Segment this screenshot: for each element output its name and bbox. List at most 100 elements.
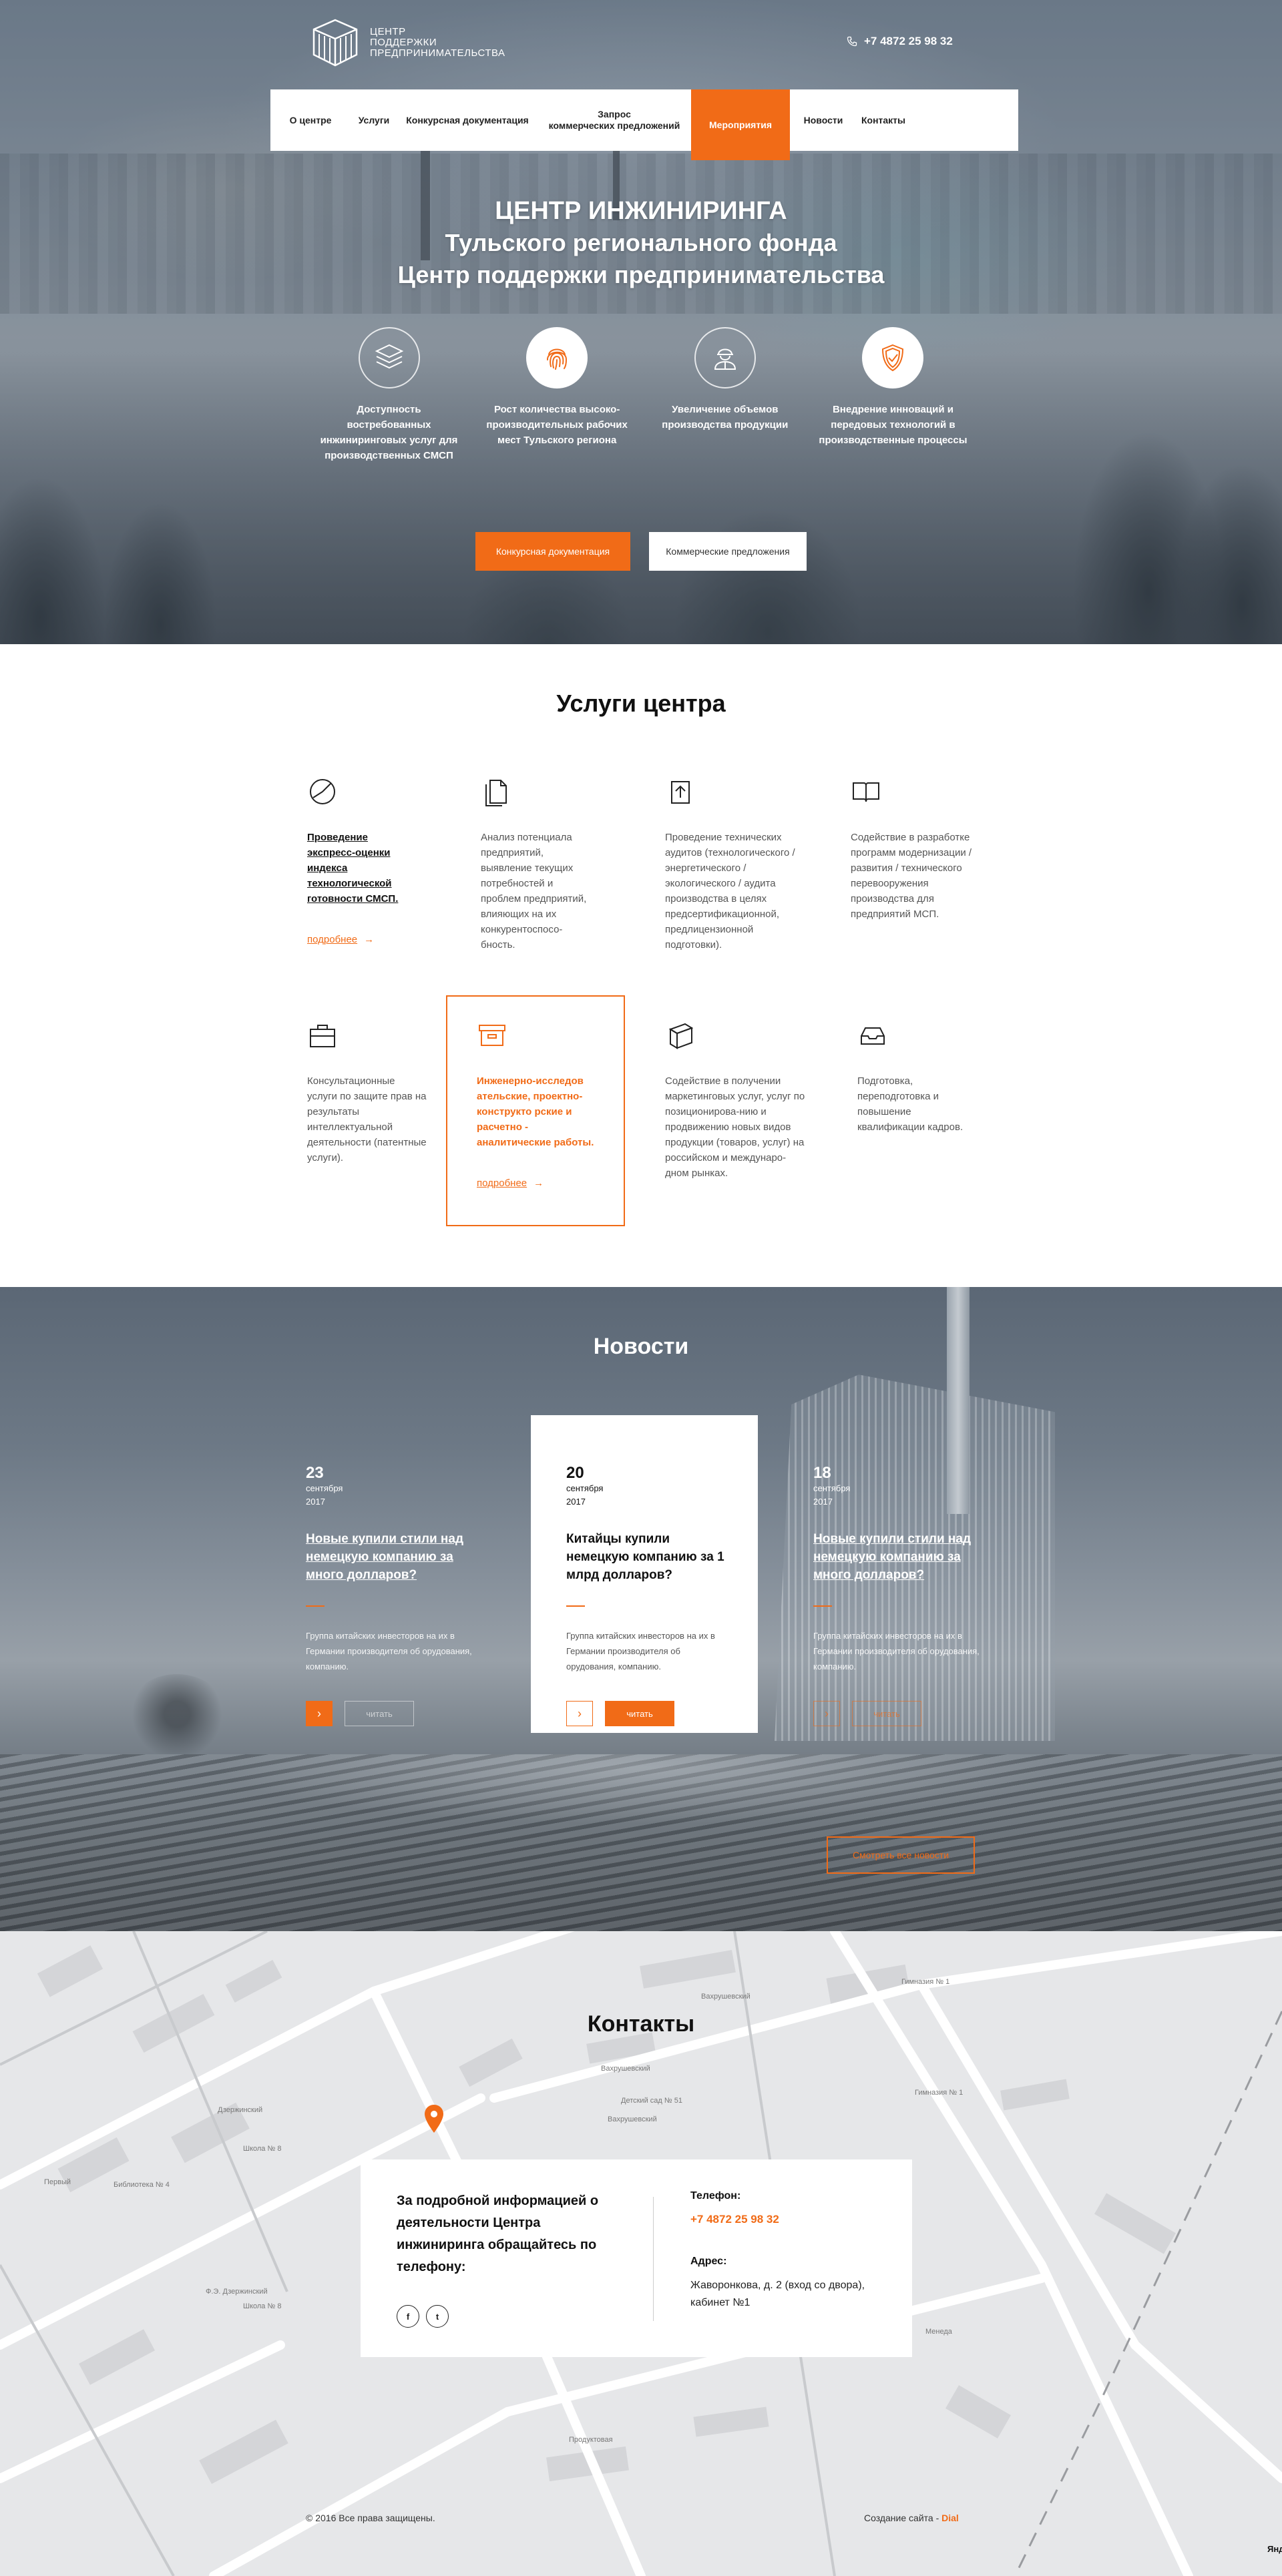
- contact-info-card: За подробной информацией о деятельности …: [361, 2159, 912, 2357]
- worker-icon: [714, 348, 736, 370]
- hero-title-line: Центр поддержки предпринимательства: [397, 261, 885, 288]
- tender-docs-button[interactable]: Конкурсная документация: [475, 532, 630, 571]
- service-icon-wrap: [307, 1020, 339, 1052]
- feature-icon-circle: [526, 327, 588, 389]
- service-card[interactable]: Подготовка, переподготовка и повышение к…: [857, 1020, 978, 1135]
- news-headline-link[interactable]: Новые купили стили над немецкую компанию…: [306, 1530, 486, 1584]
- nav-item-tender-docs[interactable]: Конкурсная документация: [397, 89, 538, 151]
- service-icon-wrap: [477, 1020, 509, 1052]
- all-news-button[interactable]: Смотреть все новости: [827, 1836, 975, 1874]
- made-by: Создание сайта - Dial: [864, 2513, 959, 2523]
- more-link-label: подробнее: [477, 1178, 527, 1189]
- hero-title-line: Тульского регионального фонда: [445, 229, 837, 256]
- chevron-right-icon: ›: [578, 1706, 582, 1720]
- nav-item-about[interactable]: О центре: [270, 89, 351, 151]
- layers-icon: [375, 344, 403, 369]
- phone-label: Телефон:: [690, 2190, 741, 2202]
- hero-title-line: ЦЕНТР ИНЖИНИРИНГА: [495, 197, 787, 225]
- box-icon: [668, 1023, 694, 1049]
- news-actions: › читать: [566, 1701, 746, 1726]
- news-card[interactable]: 20 сентября 2017 Китайцы купили немецкую…: [566, 1465, 746, 1726]
- pie-chart-icon: [310, 779, 335, 804]
- map-label: Дзержинский: [218, 2106, 263, 2114]
- logo-text: ЦЕНТР ПОДДЕРЖКИ ПРЕДПРИНИМАТЕЛЬСТВА: [370, 27, 505, 59]
- service-card[interactable]: Содействие в получении маркетинговых усл…: [665, 1020, 805, 1181]
- twitter-icon[interactable]: t: [426, 2305, 449, 2328]
- contact-intro-text: За подробной информацией о деятельности …: [397, 2194, 599, 2274]
- news-year: 2017: [566, 1497, 586, 1507]
- feature-text: Доступность востребованных инжиниринговы…: [320, 404, 458, 461]
- news-divider: [813, 1605, 832, 1607]
- news-headline-link[interactable]: Новые купили стили над немецкую компанию…: [813, 1530, 994, 1584]
- nav-item-commercial-requests[interactable]: Запрос коммерческих предложений: [538, 89, 691, 151]
- address-text: Жаворонкова, д. 2 (вход со двора), кабин…: [690, 2280, 865, 2308]
- feature-item: Доступность востребованных инжиниринговы…: [314, 327, 464, 463]
- service-text[interactable]: Инженерно-исследов ательские, проектно-к…: [477, 1073, 604, 1150]
- facebook-icon[interactable]: f: [397, 2305, 419, 2328]
- fingerprint-icon: [547, 348, 568, 370]
- feature-item: Увеличение объемов производства продукци…: [650, 327, 800, 463]
- logo-line: ПРЕДПРИНИМАТЕЛЬСТВА: [370, 47, 505, 59]
- service-card[interactable]: Инженерно-исследов ательские, проектно-к…: [477, 1020, 604, 1191]
- logo-cube-icon: [312, 19, 358, 67]
- news-year: 2017: [813, 1497, 833, 1507]
- yandex-logo[interactable]: Янд: [1267, 2544, 1282, 2554]
- service-card[interactable]: Проведение технических аудитов (технолог…: [665, 776, 799, 953]
- site-logo[interactable]: ЦЕНТР ПОДДЕРЖКИ ПРЕДПРИНИМАТЕЛЬСТВА: [308, 16, 505, 69]
- service-text: Анализ потенциала предприятий, выявление…: [481, 832, 587, 951]
- news-read-button[interactable]: читать: [605, 1701, 674, 1726]
- service-more-link[interactable]: подробнее →: [477, 1176, 604, 1191]
- feature-text: Внедрение инноваций и передовых технолог…: [819, 404, 968, 446]
- news-day: 23: [306, 1464, 324, 1482]
- news-actions: › читать: [813, 1701, 994, 1726]
- hero-section: ЦЕНТР ПОДДЕРЖКИ ПРЕДПРИНИМАТЕЛЬСТВА +7 4…: [0, 0, 1282, 644]
- nav-item-news[interactable]: Новости: [790, 89, 857, 151]
- service-card[interactable]: Проведение экспресс-оценки индекса техно…: [307, 776, 414, 947]
- nav-item-services[interactable]: Услуги: [351, 89, 397, 151]
- news-month: сентября: [306, 1483, 343, 1493]
- phone-icon: [847, 36, 857, 47]
- news-month: сентября: [566, 1483, 604, 1493]
- service-more-link[interactable]: подробнее →: [307, 932, 414, 947]
- contacts-section: Вахрушевский Вахрушевский Вахрушевский Г…: [0, 1931, 1282, 2576]
- book-icon: [853, 782, 879, 802]
- address-label: Адрес:: [690, 2256, 727, 2267]
- service-card[interactable]: Анализ потенциала предприятий, выявление…: [481, 776, 594, 953]
- news-card[interactable]: 23 сентября 2017 Новые купили стили над …: [306, 1465, 486, 1726]
- news-card[interactable]: 18 сентября 2017 Новые купили стили над …: [813, 1465, 994, 1726]
- map-pin-icon[interactable]: [425, 2105, 443, 2133]
- nav-item-events[interactable]: Мероприятия: [691, 89, 790, 160]
- map-label: Вахрушевский: [601, 2065, 650, 2073]
- contact-divider: [653, 2197, 654, 2321]
- service-card[interactable]: Консультационные услуги по защите прав н…: [307, 1020, 427, 1166]
- map-label: Школа № 8: [243, 2145, 282, 2153]
- service-text: Подготовка, переподготовка и повышение к…: [857, 1075, 964, 1133]
- news-arrow-button[interactable]: ›: [813, 1701, 840, 1726]
- news-featured-card: 20 сентября 2017 Китайцы купили немецкую…: [531, 1415, 758, 1733]
- news-read-button[interactable]: читать: [852, 1701, 921, 1726]
- contact-phone-link[interactable]: +7 4872 25 98 32: [690, 2213, 891, 2226]
- service-text[interactable]: Проведение экспресс-оценки индекса техно…: [307, 830, 414, 907]
- commercial-offers-button[interactable]: Коммерческие предложения: [649, 532, 807, 571]
- news-day: 20: [566, 1464, 584, 1482]
- briefcase-icon: [310, 1025, 335, 1047]
- map-label: Вахрушевский: [608, 2115, 657, 2123]
- service-card[interactable]: Содействие в разработке программ модерни…: [851, 776, 978, 922]
- made-by-link[interactable]: Dial: [941, 2513, 959, 2523]
- made-by-prefix: Создание сайта -: [864, 2513, 942, 2523]
- map-label: Гимназия № 1: [915, 2089, 964, 2097]
- news-arrow-button[interactable]: ›: [306, 1701, 333, 1726]
- services-title: Услуги центра: [556, 690, 726, 717]
- logo-line: ПОДДЕРЖКИ: [370, 37, 437, 48]
- news-read-button[interactable]: читать: [345, 1701, 414, 1726]
- service-icon-wrap: [307, 776, 339, 808]
- nav-item-contacts[interactable]: Контакты: [857, 89, 910, 151]
- arrow-right-icon: →: [364, 934, 375, 945]
- news-month: сентября: [813, 1483, 851, 1493]
- news-headline-link[interactable]: Китайцы купили немецкую компанию за 1 мл…: [566, 1530, 726, 1584]
- document-icon: [485, 780, 507, 806]
- header-phone-link[interactable]: +7 4872 25 98 32: [847, 35, 953, 48]
- news-year: 2017: [306, 1497, 325, 1507]
- news-arrow-button[interactable]: ›: [566, 1701, 593, 1726]
- news-divider: [566, 1605, 585, 1607]
